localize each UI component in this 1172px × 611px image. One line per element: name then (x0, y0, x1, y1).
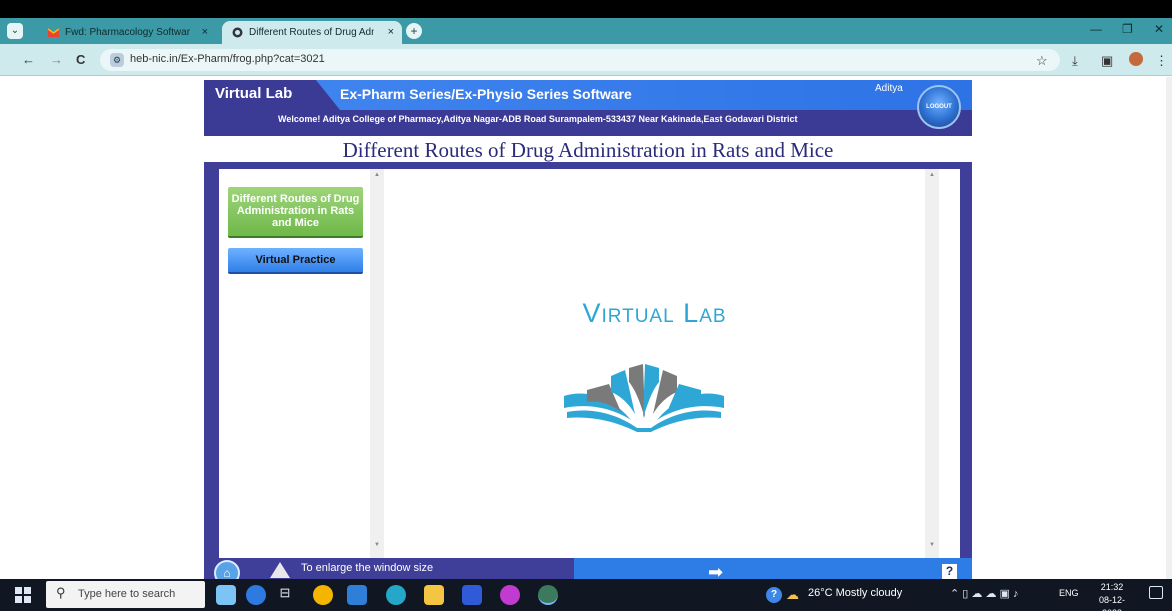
search-placeholder: Type here to search (78, 588, 176, 600)
routes-menu-button[interactable]: Different Routes of Drug Administration … (228, 187, 363, 236)
frame-right-margin (939, 169, 960, 558)
sidepanel-icon[interactable]: ▣ (1101, 53, 1113, 69)
globe-icon (232, 27, 243, 38)
minimize-icon[interactable]: — (1090, 22, 1102, 36)
book-logo-icon (564, 364, 724, 432)
tab-active[interactable]: Different Routes of Drug Adm × (222, 21, 402, 44)
main-panel-scrollbar[interactable]: ▲ ▼ (925, 169, 939, 558)
welcome-text: Welcome! Aditya College of Pharmacy,Adit… (278, 114, 798, 124)
site-header: Virtual Lab Ex-Pharm Series/Ex-Physio Se… (204, 80, 972, 136)
warning-icon (270, 562, 290, 578)
tab-label: Different Routes of Drug Adm (249, 27, 374, 38)
next-arrow-icon[interactable]: ➡ (708, 563, 723, 581)
help-tray-icon[interactable]: ? (766, 587, 782, 603)
language-indicator[interactable]: ENG (1059, 588, 1079, 598)
gmail-icon (48, 28, 59, 37)
help-icon[interactable]: ? (942, 564, 957, 579)
tab-search-button[interactable]: ⌄ (7, 23, 23, 39)
scroll-down-icon[interactable]: ▼ (374, 542, 380, 548)
close-window-icon[interactable]: ✕ (1154, 22, 1164, 36)
series-title: Ex-Pharm Series/Ex-Physio Series Softwar… (340, 86, 632, 102)
search-icon: ⚲ (56, 585, 66, 600)
system-tray-icons[interactable]: ⌃ ▯ ☁ ☁ ▣ ♪ (950, 587, 1018, 600)
back-icon[interactable]: ← (22, 52, 35, 67)
tab-close-icon[interactable]: × (388, 21, 394, 44)
windows-taskbar: ⚲ Type here to search ⊟ ? ☁ 26°C Mostly … (0, 579, 1172, 611)
left-panel-scrollbar[interactable]: ▲ ▼ (370, 169, 384, 558)
tab-label: Fwd: Pharmacology Software (65, 27, 190, 38)
page-scrollbar[interactable] (1166, 77, 1172, 579)
browser-tab-strip: ⌄ Fwd: Pharmacology Software × Different… (0, 18, 1172, 44)
chrome-icon[interactable] (313, 585, 333, 605)
clock[interactable]: 21:32 08-12-2023 (1089, 581, 1135, 611)
app-user-icon[interactable] (246, 585, 266, 605)
address-bar[interactable]: ⚙ heb-nic.in/Ex-Pharm/frog.php?cat=3021 (100, 49, 1060, 71)
url-text: heb-nic.in/Ex-Pharm/frog.php?cat=3021 (130, 53, 325, 65)
store-icon[interactable] (462, 585, 482, 605)
scroll-up-icon[interactable]: ▲ (374, 172, 380, 178)
clock-date: 08-12-2023 (1098, 595, 1125, 611)
top-border (0, 0, 1172, 18)
task-view-icon[interactable]: ⊟ (275, 585, 295, 605)
tab-gmail[interactable]: Fwd: Pharmacology Software × (38, 21, 216, 44)
taskbar-search[interactable]: ⚲ Type here to search (46, 581, 205, 608)
forward-icon[interactable]: → (50, 52, 63, 67)
file-explorer-icon[interactable] (424, 585, 444, 605)
reload-icon[interactable]: C (76, 52, 85, 67)
site-info-icon[interactable]: ⚙ (110, 53, 124, 67)
virtual-practice-button[interactable]: Virtual Practice (228, 248, 363, 272)
screen: ⌄ Fwd: Pharmacology Software × Different… (0, 0, 1172, 611)
address-row: ← → C ⚙ heb-nic.in/Ex-Pharm/frog.php?cat… (0, 44, 1172, 76)
weather-icon[interactable]: ☁ (786, 587, 799, 603)
notification-icon[interactable] (1149, 586, 1163, 599)
new-tab-button[interactable]: + (406, 23, 422, 39)
tab-close-icon[interactable]: × (202, 21, 208, 44)
download-icon[interactable]: ⤓ (1072, 53, 1078, 69)
logout-button[interactable]: LOGOUT (917, 85, 961, 129)
app-purple-icon[interactable] (500, 585, 520, 605)
user-name: Aditya (875, 83, 903, 94)
clock-time: 21:32 (1100, 582, 1124, 592)
weather-text[interactable]: 26°C Mostly cloudy (808, 587, 902, 599)
app-widgets-icon[interactable] (216, 585, 236, 605)
site-brand: Virtual Lab (215, 85, 293, 102)
footer-band (574, 558, 972, 579)
star-icon[interactable]: ☆ (1036, 53, 1048, 69)
windows-start-icon[interactable] (15, 587, 31, 603)
lab-footer-bar: To enlarge the window size (204, 558, 972, 579)
edge-icon[interactable] (386, 585, 406, 605)
mail-icon[interactable] (347, 585, 367, 605)
profile-avatar[interactable] (1129, 52, 1143, 66)
page-title: Different Routes of Drug Administration … (342, 138, 834, 162)
enlarge-hint: To enlarge the window size (301, 562, 434, 574)
menu-icon[interactable]: ⋮ (1155, 53, 1168, 69)
scroll-up-icon[interactable]: ▲ (929, 172, 935, 178)
chrome-profile-icon[interactable] (538, 585, 558, 605)
scroll-down-icon[interactable]: ▼ (929, 542, 935, 548)
restore-icon[interactable]: ❐ (1122, 22, 1133, 36)
virtual-lab-title: Virtual Lab (582, 298, 727, 328)
